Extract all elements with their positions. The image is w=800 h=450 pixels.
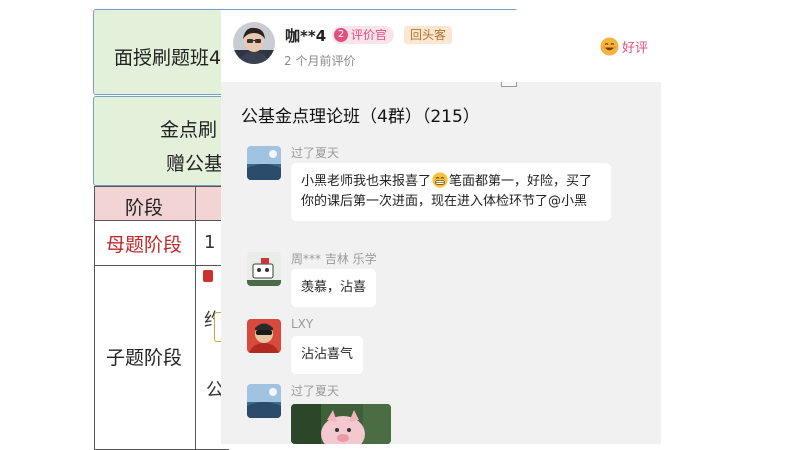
review-header: 咖**4 2 评价官 回头客 2 个月前评价 bbox=[221, 10, 661, 82]
sender-avatar[interactable] bbox=[247, 146, 281, 180]
message-text: 小黑老师我也来报喜了 bbox=[301, 174, 432, 189]
rating-label: 好评 bbox=[622, 40, 649, 56]
banner-title: 面授刷题班4 bbox=[114, 47, 222, 69]
row-child-stage: 子题阶段 bbox=[106, 347, 183, 369]
level-number: 2 bbox=[334, 28, 348, 42]
red-marker-icon bbox=[203, 270, 213, 282]
smiley-face-icon bbox=[600, 36, 619, 56]
pig-sticker-image[interactable] bbox=[291, 404, 391, 444]
reviewer-avatar[interactable] bbox=[233, 22, 275, 64]
return-customer-badge: 回头客 bbox=[404, 26, 453, 44]
rating-indicator: 好评 bbox=[600, 36, 648, 56]
message-bubble: 沾沾喜气 bbox=[291, 336, 364, 374]
page-number-marker: 2 bbox=[501, 82, 517, 87]
message-bubble: 羡慕，沾喜 bbox=[291, 269, 377, 307]
message-text: 沾沾喜气 bbox=[301, 347, 354, 362]
message-sender: 周*** 吉林 乐学 bbox=[291, 252, 377, 266]
message-sender: 过了夏天 bbox=[291, 384, 340, 398]
sender-avatar[interactable] bbox=[247, 319, 281, 353]
level-label: 评价官 bbox=[351, 28, 388, 42]
table-column-divider bbox=[195, 187, 196, 449]
banner-line-1: 金点刷 bbox=[160, 119, 218, 141]
banner-line-2: 赠公基 bbox=[166, 153, 224, 175]
sender-avatar[interactable] bbox=[247, 384, 281, 418]
message-sender: LXY bbox=[291, 317, 314, 331]
chat-screenshot[interactable]: 2 公基金点理论班（4群）（215） 过了夏天 小黑老师我也来报喜了笔面都第一，… bbox=[221, 82, 661, 444]
chat-group-title: 公基金点理论班（4群）（215） bbox=[241, 107, 480, 127]
table-header-row: 阶段 bbox=[95, 187, 229, 221]
header-stage: 阶段 bbox=[125, 197, 164, 219]
reviewer-name[interactable]: 咖**4 bbox=[285, 25, 326, 46]
message-sender: 过了夏天 bbox=[291, 146, 340, 160]
row-mother-stage: 母题阶段 bbox=[106, 234, 183, 256]
review-timestamp: 2 个月前评价 bbox=[284, 54, 356, 68]
grinning-emoji-icon bbox=[432, 172, 448, 188]
sender-avatar[interactable] bbox=[247, 252, 281, 286]
reviewer-level-badge: 2 评价官 bbox=[332, 26, 395, 44]
message-text: 羡慕，沾喜 bbox=[301, 280, 367, 295]
message-bubble: 小黑老师我也来报喜了 笔面都第一，好险，买了你的课后第一次进面，现在进入体检环节了… bbox=[291, 163, 611, 221]
table-cell-peek: 1 bbox=[204, 232, 216, 253]
